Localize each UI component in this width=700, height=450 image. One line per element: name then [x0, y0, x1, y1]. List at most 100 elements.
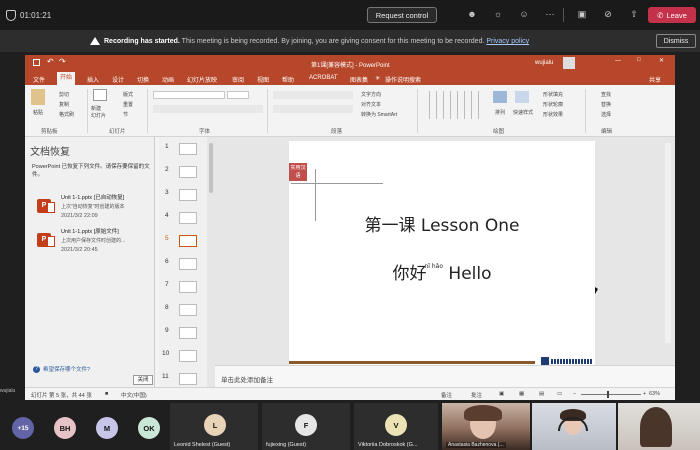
maximize-icon[interactable]: □ [637, 57, 641, 63]
smartart-button[interactable]: 转换为 SmartArt [361, 111, 397, 118]
avatar[interactable]: BH [54, 417, 76, 439]
replace-button[interactable]: 替换 [601, 101, 611, 108]
tab-home[interactable]: 开始 [57, 72, 76, 85]
slide-thumbnail[interactable] [179, 258, 197, 270]
tab-insert[interactable]: 插入 [87, 75, 99, 84]
proofing-icon[interactable]: ■ [105, 391, 108, 397]
canvas-scrollbar[interactable] [665, 143, 671, 343]
overflow-count[interactable]: +15 [12, 417, 34, 439]
format-painter-button[interactable]: 格式刷 [59, 111, 74, 118]
thumbnail-scrollbar[interactable] [207, 137, 215, 387]
tab-review[interactable]: 审阅 [232, 75, 244, 84]
slide-thumbnail[interactable] [179, 143, 197, 155]
reactions-icon[interactable]: ☺ [518, 8, 530, 20]
layout-button[interactable]: 版式 [123, 91, 133, 98]
recovery-file-item[interactable]: P Unit 1-1.pptx [原始文件] 上次用户保存文件时创建的... 2… [35, 227, 150, 261]
tab-slideshow[interactable]: 幻灯片放映 [187, 75, 217, 84]
quick-styles-button[interactable]: 快速样式 [513, 109, 533, 116]
tab-file[interactable]: 文件 [33, 75, 45, 84]
current-slide[interactable]: 实用汉语 第一课 Lesson One 你好nǐ hǎo Hello [289, 141, 595, 367]
avatar[interactable]: M [96, 417, 118, 439]
recovery-help-link[interactable]: ? 希望保存哪个文件? [33, 365, 90, 373]
slide-thumbnail[interactable] [179, 304, 197, 316]
slide-thumbnail[interactable] [179, 350, 197, 362]
zoom-out-icon[interactable]: − [573, 391, 576, 397]
select-button[interactable]: 选择 [601, 111, 611, 118]
share-icon[interactable]: ⇧ [628, 8, 640, 20]
zoom-level[interactable]: 63% [649, 391, 660, 397]
leave-button[interactable]: ✆ Leave [648, 7, 696, 23]
zoom-slider[interactable] [581, 394, 641, 395]
text-direction-button[interactable]: 文字方向 [361, 91, 381, 98]
slide-thumbnail[interactable] [179, 373, 197, 385]
list-buttons[interactable] [273, 91, 353, 99]
notes-pane[interactable]: 单击此处添加备注 [215, 365, 675, 387]
people-icon[interactable]: ☻ [466, 8, 478, 20]
slide-thumbnail[interactable] [179, 212, 197, 224]
normal-view-icon[interactable]: ▣ [499, 391, 504, 397]
align-text-button[interactable]: 对齐文本 [361, 101, 381, 108]
zoom-slider-handle[interactable] [607, 391, 609, 398]
font-name-select[interactable] [153, 91, 225, 99]
tab-transitions[interactable]: 切换 [137, 75, 149, 84]
shapes-gallery[interactable] [423, 91, 485, 119]
mic-off-icon[interactable]: ⊘ [602, 8, 614, 20]
reading-view-icon[interactable]: ▤ [539, 391, 544, 397]
camera-icon[interactable]: ▣ [576, 8, 588, 20]
font-size-select[interactable] [227, 91, 249, 99]
shape-fill-button[interactable]: 形状填充 [543, 91, 563, 98]
shape-effects-button[interactable]: 形状效果 [543, 111, 563, 118]
more-icon[interactable]: ⋯ [544, 8, 556, 20]
notes-toggle[interactable]: 备注 [441, 391, 452, 399]
dismiss-button[interactable]: Dismiss [656, 34, 696, 48]
avatar[interactable] [563, 57, 575, 69]
avatar[interactable]: OK [138, 417, 160, 439]
new-slide-icon[interactable] [93, 89, 107, 101]
participant-video[interactable] [618, 403, 700, 450]
participant-tile[interactable]: V Viktoriia Dobroskok (G... [354, 403, 438, 450]
new-slide-button[interactable]: 新建 幻灯片 [91, 105, 113, 119]
align-buttons[interactable] [273, 105, 353, 113]
redo-icon[interactable]: ↷ [59, 57, 66, 66]
language-indicator[interactable]: 中文(中国) [121, 391, 147, 399]
close-icon[interactable]: ✕ [659, 57, 664, 64]
participant-video[interactable] [532, 403, 616, 450]
slide-thumbnail[interactable] [179, 281, 197, 293]
arrange-button[interactable]: 排列 [495, 109, 505, 116]
tab-acrobat[interactable]: ACROBAT [309, 75, 338, 81]
find-button[interactable]: 查找 [601, 91, 611, 98]
chat-icon[interactable]: ☼ [492, 8, 504, 20]
slide-thumbnail-selected[interactable] [179, 235, 197, 247]
tab-view[interactable]: 视图 [257, 75, 269, 84]
paste-icon[interactable] [31, 89, 45, 105]
share-button[interactable]: 共享 [649, 75, 661, 84]
tab-design[interactable]: 设计 [112, 75, 124, 84]
undo-icon[interactable]: ↶ [47, 57, 54, 66]
participant-tile[interactable]: F fujiexing (Guest) [262, 403, 350, 450]
request-control-button[interactable]: Request control [367, 7, 437, 23]
cut-button[interactable]: 剪切 [59, 91, 69, 98]
slideshow-icon[interactable]: ▭ [557, 391, 562, 397]
tab-help[interactable]: 帮助 [282, 75, 294, 84]
tab-charts[interactable]: 图表集 [350, 75, 368, 84]
reset-button[interactable]: 重置 [123, 101, 133, 108]
slide-thumbnail[interactable] [179, 166, 197, 178]
participant-tile[interactable]: L Leonid Shelest (Guest) [170, 403, 258, 450]
save-icon[interactable] [33, 59, 40, 66]
copy-button[interactable]: 复制 [59, 101, 69, 108]
tell-me-search[interactable]: 操作说明搜索 [385, 75, 421, 84]
privacy-policy-link[interactable]: Privacy policy [486, 38, 529, 45]
zoom-in-icon[interactable]: + [643, 391, 646, 397]
slide-sorter-icon[interactable]: ▦ [519, 391, 524, 397]
slide-thumbnail[interactable] [179, 189, 197, 201]
minimize-icon[interactable]: — [615, 58, 621, 64]
arrange-icon[interactable] [493, 91, 507, 103]
section-button[interactable]: 节 [123, 111, 128, 118]
comments-toggle[interactable]: 批注 [471, 391, 482, 399]
participant-video[interactable]: Anastasia Bazhenova (... [442, 403, 530, 450]
paste-button[interactable]: 粘贴 [33, 109, 43, 116]
shape-outline-button[interactable]: 形状轮廓 [543, 101, 563, 108]
recovery-close-button[interactable]: 关闭 [133, 375, 153, 385]
slide-thumbnail[interactable] [179, 327, 197, 339]
font-format-buttons[interactable] [153, 105, 263, 113]
